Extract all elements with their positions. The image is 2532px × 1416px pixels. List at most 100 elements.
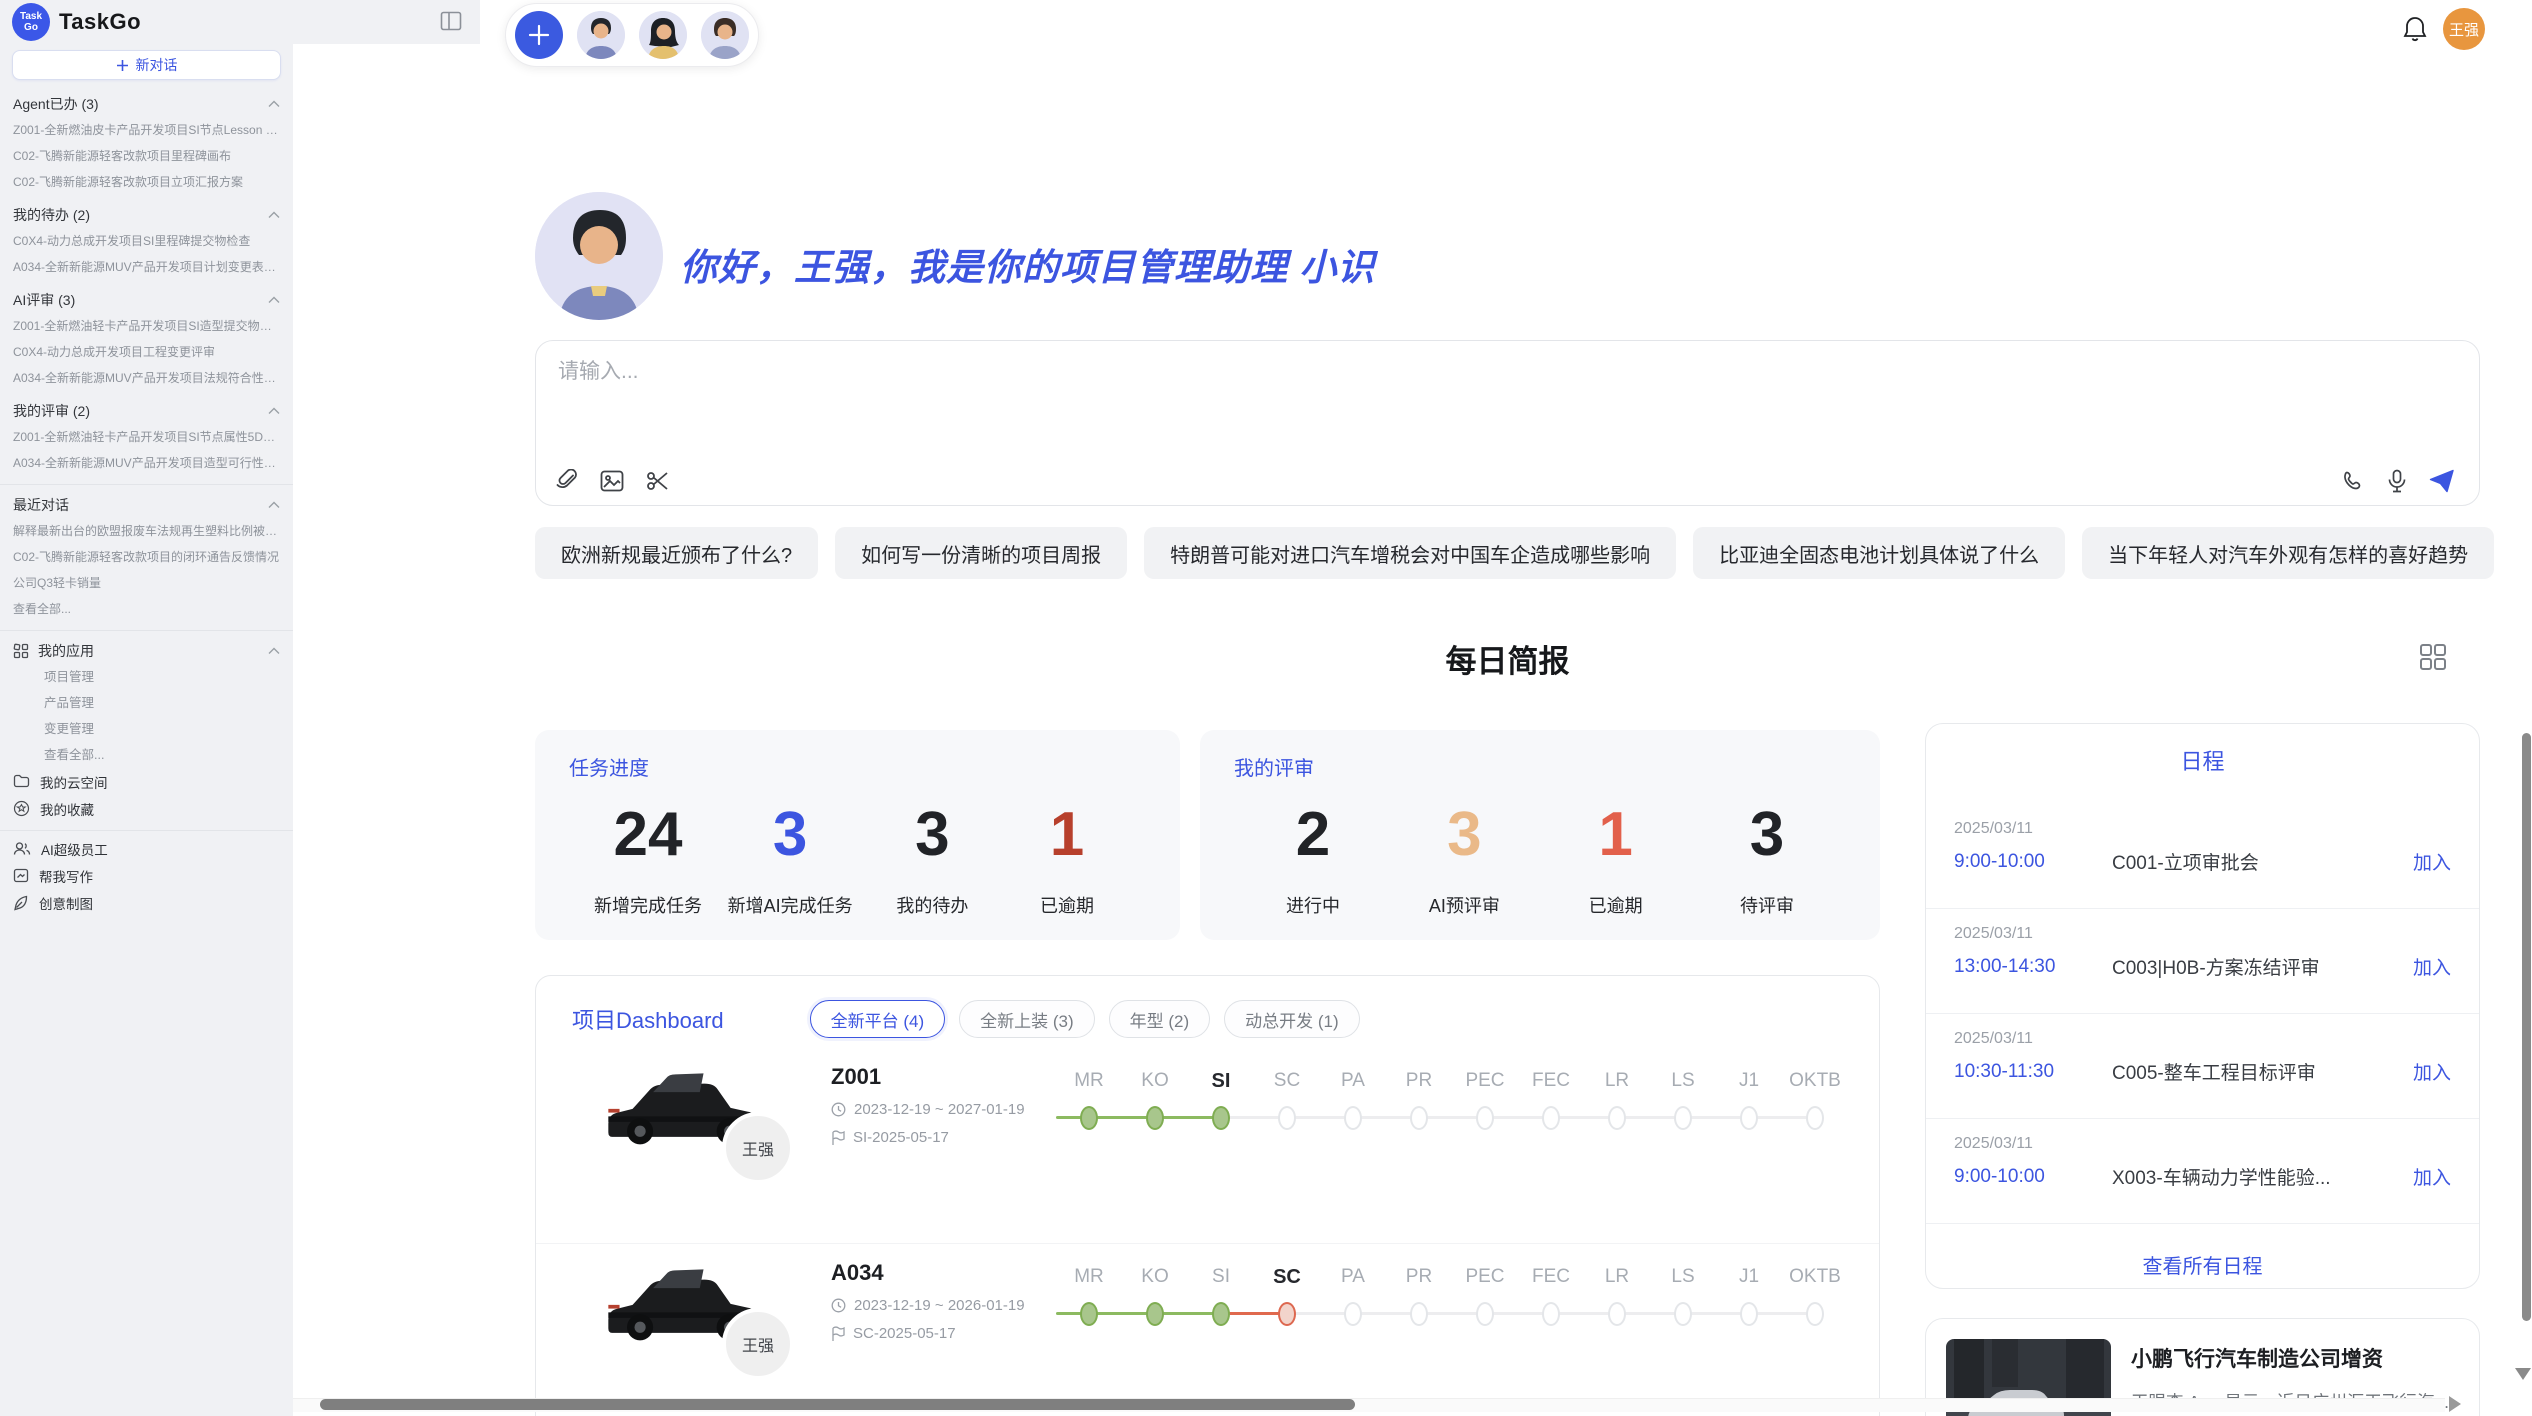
app-item-project-mgmt[interactable]: 项目管理 bbox=[0, 664, 293, 690]
sidebar-item-ai-super-staff[interactable]: AI超级员工 bbox=[0, 835, 293, 862]
ai-super-staff-label: AI超级员工 bbox=[41, 839, 108, 859]
recent-chat-item[interactable]: 公司Q3轻卡销量 bbox=[0, 570, 293, 596]
suggestion-chip[interactable]: 欧洲新规最近颁布了什么? bbox=[535, 527, 818, 579]
milestone-label: LR bbox=[1584, 1070, 1650, 1092]
milestone-label: PEC bbox=[1452, 1070, 1518, 1092]
sidebar-task-item[interactable]: C02-飞腾新能源轻客改款项目立项汇报方案 bbox=[0, 169, 293, 195]
schedule-item[interactable]: 2025/03/11 9:00-10:00 X003-车辆动力学性能验... 加… bbox=[1926, 1119, 2479, 1224]
tab-new-body[interactable]: 全新上装 (3) bbox=[959, 1000, 1095, 1038]
tab-powertrain[interactable]: 动总开发 (1) bbox=[1224, 1000, 1360, 1038]
sidebar-task-item[interactable]: C02-飞腾新能源轻客改款项目里程碑画布 bbox=[0, 143, 293, 169]
sidebar-section-agent-done[interactable]: Agent已办 (3) bbox=[0, 90, 293, 117]
milestone-dot bbox=[1278, 1106, 1296, 1130]
recent-chat-item[interactable]: C02-飞腾新能源轻客改款项目的闭环通告反馈情况 bbox=[0, 544, 293, 570]
schedule-date: 2025/03/11 bbox=[1954, 1135, 2033, 1153]
schedule-item[interactable]: 2025/03/11 9:00-10:00 C001-立项审批会 加入 bbox=[1926, 804, 2479, 909]
sidebar-task-item[interactable]: C0X4-动力总成开发项目工程变更评审 bbox=[0, 339, 293, 365]
scroll-right-arrow[interactable] bbox=[2449, 1396, 2461, 1412]
owner-name: 王强 bbox=[742, 1136, 774, 1160]
horizontal-scrollbar-thumb[interactable] bbox=[320, 1399, 1355, 1410]
sidebar-item-favorites[interactable]: 我的收藏 bbox=[0, 795, 293, 822]
milestone-dot bbox=[1476, 1106, 1494, 1130]
milestone-track: MRKOSISCPAPRPECFECLRLSJ1OKTB bbox=[1056, 1058, 1848, 1150]
sidebar-section-ai-review[interactable]: AI评审 (3) bbox=[0, 286, 293, 313]
sidebar-section-my-apps[interactable]: 我的应用 bbox=[0, 637, 293, 664]
sidebar-divider bbox=[0, 630, 293, 631]
sidebar-item-creative-draw[interactable]: 创意制图 bbox=[0, 889, 293, 916]
sidebar-item-help-write[interactable]: 帮我写作 bbox=[0, 862, 293, 889]
app-item-change-mgmt[interactable]: 变更管理 bbox=[0, 716, 293, 742]
tab-model-year[interactable]: 年型 (2) bbox=[1109, 1000, 1211, 1038]
vertical-scrollbar-thumb[interactable] bbox=[2522, 733, 2531, 1321]
add-agent-button[interactable] bbox=[515, 11, 563, 59]
suggestion-chip[interactable]: 比亚迪全固态电池计划具体说了什么 bbox=[1693, 527, 2065, 579]
app-logo: Task Go bbox=[12, 3, 50, 41]
recent-chat-item[interactable]: 解释最新出台的欧盟报废车法规再生塑料比例被调至15%... bbox=[0, 518, 293, 544]
sidebar-section-my-review[interactable]: 我的评审 (2) bbox=[0, 397, 293, 424]
join-meeting-link[interactable]: 加入 bbox=[2413, 953, 2451, 980]
stat-ai-pre-review: 3AI预评审 bbox=[1409, 792, 1519, 918]
app-item-product-mgmt[interactable]: 产品管理 bbox=[0, 690, 293, 716]
stat-overdue: 1已逾期 bbox=[1012, 792, 1122, 918]
grid-layout-icon[interactable] bbox=[2418, 642, 2448, 672]
suggestion-chip[interactable]: 当下年轻人对汽车外观有怎样的喜好趋势 bbox=[2082, 527, 2494, 579]
person-illustration bbox=[577, 11, 625, 59]
section-title: AI评审 (3) bbox=[13, 290, 75, 310]
logo-line1: Task bbox=[20, 11, 42, 22]
sidebar-task-item[interactable]: Z001-全新燃油皮卡产品开发项目SI节点Lesson Learn报告 bbox=[0, 117, 293, 143]
milestone-label: PEC bbox=[1452, 1266, 1518, 1288]
tab-new-platform[interactable]: 全新平台 (4) bbox=[810, 1000, 946, 1038]
milestone-dot bbox=[1806, 1302, 1824, 1326]
quill-pen-icon bbox=[13, 895, 29, 911]
sidebar-task-item[interactable]: A034-全新新能源MUV产品开发项目造型可行性评审 bbox=[0, 450, 293, 476]
sidebar-section-my-todo[interactable]: 我的待办 (2) bbox=[0, 201, 293, 228]
image-upload-icon[interactable] bbox=[600, 470, 624, 492]
sidebar-task-item[interactable]: Z001-全新燃油轻卡产品开发项目SI节点属性5D文件评审 bbox=[0, 424, 293, 450]
microphone-icon[interactable] bbox=[2387, 469, 2407, 493]
suggestion-chip[interactable]: 特朗普可能对进口汽车增税会对中国车企造成哪些影响 bbox=[1144, 527, 1676, 579]
join-meeting-link[interactable]: 加入 bbox=[2413, 1163, 2451, 1190]
attachment-icon[interactable] bbox=[556, 469, 578, 493]
milestone-label: SC bbox=[1254, 1070, 1320, 1092]
scissors-icon[interactable] bbox=[646, 470, 670, 492]
sidebar-task-item[interactable]: Z001-全新燃油轻卡产品开发项目SI造型提交物评审 bbox=[0, 313, 293, 339]
app-title: TaskGo bbox=[59, 9, 141, 35]
flag-icon bbox=[831, 1326, 845, 1342]
sidebar-task-item[interactable]: A034-全新新能源MUV产品开发项目法规符合性评审 bbox=[0, 365, 293, 391]
creative-draw-label: 创意制图 bbox=[39, 893, 93, 913]
sidebar-task-item[interactable]: A034-全新新能源MUV产品开发项目计划变更表编写 bbox=[0, 254, 293, 280]
agent-avatar-2[interactable] bbox=[639, 11, 687, 59]
send-icon[interactable] bbox=[2429, 469, 2455, 493]
recent-view-all[interactable]: 查看全部... bbox=[0, 596, 293, 622]
project-row-z001[interactable]: 王强 Z001 2023-12-19 ~ 2027-01-19 SI-2025-… bbox=[536, 1048, 1879, 1243]
view-all-schedule-link[interactable]: 查看所有日程 bbox=[1926, 1250, 2479, 1279]
logo-line2: Go bbox=[24, 22, 38, 33]
plus-icon bbox=[116, 59, 129, 72]
collapse-sidebar-icon[interactable] bbox=[440, 11, 462, 31]
new-chat-button[interactable]: 新对话 bbox=[12, 50, 281, 80]
chat-input[interactable] bbox=[558, 355, 2258, 447]
milestone-label: OKTB bbox=[1782, 1070, 1848, 1092]
schedule-item[interactable]: 2025/03/11 10:30-11:30 C005-整车工程目标评审 加入 bbox=[1926, 1014, 2479, 1119]
milestone-dot bbox=[1146, 1302, 1164, 1326]
sidebar-section-recent[interactable]: 最近对话 bbox=[0, 491, 293, 518]
agent-avatar-1[interactable] bbox=[577, 11, 625, 59]
apps-view-all[interactable]: 查看全部... bbox=[0, 742, 293, 768]
scroll-down-arrow[interactable] bbox=[2515, 1368, 2531, 1380]
join-meeting-link[interactable]: 加入 bbox=[2413, 848, 2451, 875]
join-meeting-link[interactable]: 加入 bbox=[2413, 1058, 2451, 1085]
sidebar-task-item[interactable]: C0X4-动力总成开发项目SI里程碑提交物检查 bbox=[0, 228, 293, 254]
schedule-name: C003|H0B-方案冻结评审 bbox=[2112, 953, 2413, 980]
help-write-label: 帮我写作 bbox=[39, 866, 93, 886]
phone-call-icon[interactable] bbox=[2342, 470, 2365, 493]
project-row-a034[interactable]: 王强 A034 2023-12-19 ~ 2026-01-19 SC-2025-… bbox=[536, 1243, 1879, 1416]
sidebar-item-cloud-space[interactable]: 我的云空间 bbox=[0, 768, 293, 795]
project-dates: 2023-12-19 ~ 2026-01-19 bbox=[831, 1297, 1025, 1314]
schedule-item[interactable]: 2025/03/11 13:00-14:30 C003|H0B-方案冻结评审 加… bbox=[1926, 909, 2479, 1014]
user-avatar[interactable]: 王强 bbox=[2443, 8, 2485, 50]
milestone-label: KO bbox=[1122, 1266, 1188, 1288]
agent-avatar-3[interactable] bbox=[701, 11, 749, 59]
sidebar-header: Task Go TaskGo bbox=[0, 0, 293, 44]
notification-bell-icon[interactable] bbox=[2402, 15, 2428, 43]
suggestion-chip[interactable]: 如何写一份清晰的项目周报 bbox=[835, 527, 1127, 579]
